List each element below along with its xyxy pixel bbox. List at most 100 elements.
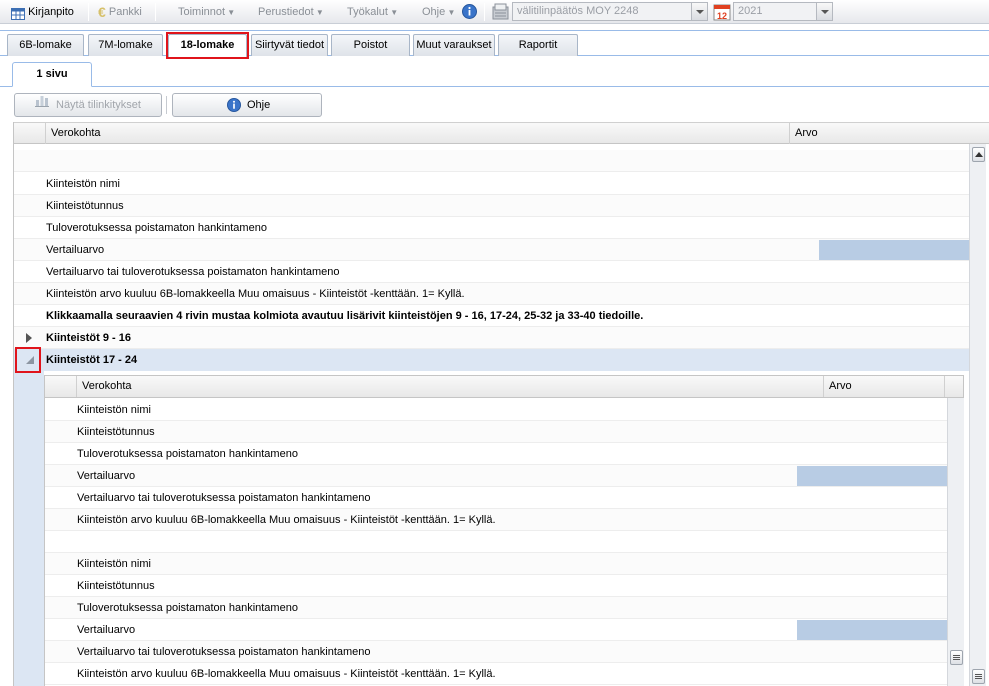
menu-tyokalut[interactable]: Työkalut ▼ (347, 0, 398, 24)
main-tabbar: 6B-lomake 7M-lomake 18-lomake Siirtyvät … (0, 31, 989, 57)
table-row[interactable]: Vertailuarvo (45, 619, 947, 641)
row-label: Kiinteistötunnus (46, 200, 124, 212)
grid-scrollbar[interactable] (969, 144, 986, 686)
grid-header-expander-col (45, 376, 77, 397)
column-header-label: Verokohta (82, 380, 132, 392)
table-row[interactable]: Kiinteistön nimi (45, 553, 947, 575)
toolbar: Näytä tilinkitykset Ohje (0, 88, 989, 122)
chevron-down-icon[interactable] (691, 3, 707, 20)
report-select-value: välitilinpäätös MOY 2248 (517, 5, 639, 17)
tab-label: 1 sivu (36, 68, 68, 80)
table-row-instruction[interactable]: Klikkaamalla seuraavien 4 rivin mustaa k… (14, 305, 969, 327)
table-row[interactable]: Tuloverotuksessa poistamaton hankintamen… (45, 443, 947, 465)
value-cell[interactable] (797, 620, 947, 640)
table-row[interactable]: Vertailuarvo tai tuloverotuksessa poista… (14, 261, 969, 283)
euro-icon: € (98, 4, 106, 21)
menu-separator (155, 3, 156, 21)
table-row[interactable]: Vertailuarvo tai tuloverotuksessa poista… (45, 487, 947, 509)
tab-label: Poistot (353, 39, 388, 51)
row-label: Tuloverotuksessa poistamaton hankintamen… (77, 602, 298, 614)
expand-arrow-icon[interactable] (26, 333, 32, 343)
row-label: Vertailuarvo (77, 470, 136, 482)
report-select[interactable]: välitilinpäätös MOY 2248 (512, 2, 708, 21)
column-header-arvo[interactable]: Arvo (824, 376, 945, 397)
year-select[interactable]: 2021 (733, 2, 833, 21)
row-label: Klikkaamalla seuraavien 4 rivin mustaa k… (46, 310, 644, 322)
show-account-links-button[interactable]: Näytä tilinkitykset (14, 93, 162, 117)
chevron-down-icon: ▼ (225, 8, 236, 17)
column-header-verokohta[interactable]: Verokohta (46, 123, 790, 144)
chevron-down-icon[interactable] (816, 3, 832, 20)
scrollbar-thumb[interactable] (972, 669, 985, 684)
scrollbar-thumb[interactable] (950, 650, 963, 665)
menu-separator (88, 3, 89, 21)
row-label: Kiinteistötunnus (77, 580, 155, 592)
row-label: Vertailuarvo (77, 624, 136, 636)
scroll-up-icon[interactable] (972, 147, 985, 162)
help-label: Ohje (247, 99, 271, 111)
table-row[interactable]: Kiinteistötunnus (45, 421, 947, 443)
ledger-icon (11, 5, 25, 21)
table-row[interactable]: Tuloverotuksessa poistamaton hankintamen… (14, 217, 969, 239)
row-label: Kiinteistön nimi (46, 178, 120, 190)
table-row[interactable]: Vertailuarvo (14, 239, 969, 261)
row-label: Vertailuarvo (46, 244, 105, 256)
menubar: Kirjanpito € Pankki Toiminnot ▼ Perustie… (0, 0, 989, 24)
menu-ohje-label: Ohje (422, 6, 446, 18)
toolbar-separator (166, 96, 167, 114)
report-icon (492, 3, 510, 21)
table-row[interactable]: Kiinteistön nimi (14, 173, 969, 195)
menu-kirjanpito-label: Kirjanpito (28, 6, 74, 18)
menu-kirjanpito[interactable]: Kirjanpito (11, 0, 74, 24)
menu-toiminnot[interactable]: Toiminnot ▼ (178, 0, 235, 24)
show-account-links-label: Näytä tilinkitykset (56, 99, 141, 111)
column-header-verokohta[interactable]: Verokohta (77, 376, 824, 397)
tab-muut-varaukset[interactable]: Muut varaukset (413, 34, 495, 56)
tab-label: Muut varaukset (416, 39, 492, 51)
grid-header-expander-col (14, 123, 46, 144)
group-row-kiinteistot-17-24[interactable]: Kiinteistöt 17 - 24 (14, 349, 969, 371)
table-row[interactable]: Kiinteistön arvo kuuluu 6B-lomakkeella M… (45, 663, 947, 685)
row-label: Kiinteistön nimi (77, 558, 151, 570)
table-row[interactable] (45, 531, 947, 553)
table-row[interactable]: Vertailuarvo tai tuloverotuksessa poista… (45, 641, 947, 663)
tab-7m-lomake[interactable]: 7M-lomake (88, 34, 163, 56)
menu-perustiedot-label: Perustiedot (258, 6, 314, 18)
row-label: Kiinteistön arvo kuuluu 6B-lomakkeella M… (77, 668, 496, 680)
info-icon[interactable] (462, 4, 477, 20)
calendar-icon: 12 (713, 3, 731, 21)
menu-tyokalut-label: Työkalut (347, 6, 388, 18)
table-row[interactable]: Kiinteistön arvo kuuluu 6B-lomakkeella M… (14, 283, 969, 305)
tab-raportit[interactable]: Raportit (498, 34, 578, 56)
row-label: Tuloverotuksessa poistamaton hankintamen… (46, 222, 267, 234)
table-row[interactable]: Tuloverotuksessa poistamaton hankintamen… (45, 597, 947, 619)
table-row[interactable]: Kiinteistötunnus (45, 575, 947, 597)
info-icon (227, 98, 241, 120)
table-row[interactable]: Kiinteistötunnus (14, 195, 969, 217)
nested-grid-scrollbar[interactable] (947, 398, 964, 686)
help-button[interactable]: Ohje (172, 93, 322, 117)
tab-siirtyvat-tiedot[interactable]: Siirtyvät tiedot (251, 34, 328, 56)
tab-poistot[interactable]: Poistot (331, 34, 410, 56)
table-row[interactable]: Vertailuarvo (45, 465, 947, 487)
row-label: Kiinteistön arvo kuuluu 6B-lomakkeella M… (77, 514, 496, 526)
column-header-arvo[interactable]: Arvo (790, 123, 970, 144)
menu-toiminnot-label: Toiminnot (178, 6, 226, 18)
table-row[interactable]: Kiinteistön arvo kuuluu 6B-lomakkeella M… (45, 509, 947, 531)
group-label: Kiinteistöt 9 - 16 (46, 332, 131, 344)
column-header-label: Verokohta (51, 127, 101, 139)
value-cell[interactable] (819, 240, 969, 260)
column-header-label: Arvo (829, 380, 852, 392)
tab-1-sivu[interactable]: 1 sivu (12, 62, 92, 87)
value-cell[interactable] (797, 466, 947, 486)
menu-ohje[interactable]: Ohje ▼ (422, 0, 455, 24)
row-label: Vertailuarvo tai tuloverotuksessa poista… (77, 492, 371, 504)
tab-6b-lomake[interactable]: 6B-lomake (7, 34, 84, 56)
group-label: Kiinteistöt 17 - 24 (46, 354, 138, 366)
menu-pankki[interactable]: € Pankki (98, 0, 142, 24)
table-row[interactable]: Kiinteistön nimi (45, 399, 947, 421)
menu-perustiedot[interactable]: Perustiedot ▼ (258, 0, 324, 24)
table-row[interactable] (14, 150, 969, 172)
menu-pankki-label: Pankki (108, 6, 142, 18)
group-row-kiinteistot-9-16[interactable]: Kiinteistöt 9 - 16 (14, 327, 969, 349)
